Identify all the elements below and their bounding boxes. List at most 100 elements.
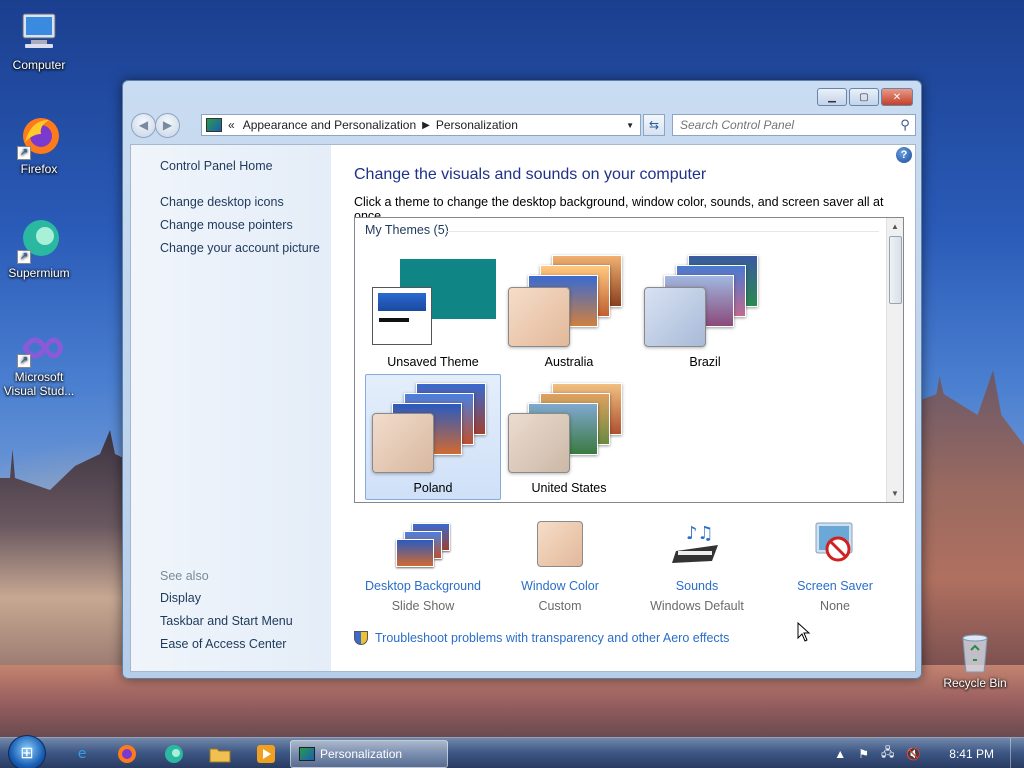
theme-preview [638, 249, 774, 349]
change-account-picture-link[interactable]: Change your account picture [160, 241, 320, 255]
display-link[interactable]: Display [160, 591, 201, 605]
see-also-heading: See also [160, 569, 209, 583]
desktop-icon-computer[interactable]: Computer [0, 8, 78, 72]
desktop-background-setting[interactable]: Desktop Background Slide Show [343, 521, 503, 613]
theme-preview [366, 375, 502, 475]
themes-list[interactable]: My Themes (5) Unsaved Theme Australia Br… [354, 217, 904, 503]
my-themes-group-header[interactable]: My Themes (5) [365, 223, 449, 237]
search-icon[interactable]: ⚲ [895, 118, 915, 133]
themes-scrollbar[interactable]: ▲ ▼ [886, 218, 903, 502]
desktop-icon-recycle-bin[interactable]: Recycle Bin [936, 632, 1014, 690]
change-desktop-icons-link[interactable]: Change desktop icons [160, 195, 284, 209]
file-explorer-icon[interactable] [208, 742, 232, 766]
forward-button[interactable]: ▶ [155, 112, 180, 138]
start-button[interactable]: ⊞ [8, 735, 46, 768]
control-panel-icon [206, 118, 222, 132]
shortcut-arrow-icon: ↗ [17, 146, 31, 160]
control-panel-home-link[interactable]: Control Panel Home [160, 159, 273, 173]
group-divider [447, 231, 879, 232]
supermium-icon: ↗ [15, 216, 63, 264]
desktop-icon-visual-studio[interactable]: ↗ Microsoft Visual Stud... [0, 328, 78, 398]
sounds-setting[interactable]: ♪♫ Sounds Windows Default [617, 521, 777, 613]
supermium-taskbar-icon[interactable] [162, 742, 186, 766]
taskbar-start-menu-link[interactable]: Taskbar and Start Menu [160, 614, 293, 628]
breadcrumb-separator-icon[interactable]: ▶ [422, 120, 430, 131]
troubleshoot-text[interactable]: Troubleshoot problems with transparency … [375, 631, 729, 645]
firefox-taskbar-icon[interactable] [115, 742, 139, 766]
volume-muted-icon[interactable]: 🔇 [906, 747, 921, 761]
troubleshoot-link[interactable]: Troubleshoot problems with transparency … [354, 631, 729, 645]
shortcut-arrow-icon: ↗ [17, 354, 31, 368]
theme-australia[interactable]: Australia [501, 248, 637, 374]
mouse-cursor-icon [797, 621, 811, 645]
back-button[interactable]: ◀ [131, 112, 156, 138]
address-bar[interactable]: « Appearance and Personalization ▶ Perso… [201, 114, 641, 136]
desktop-icon-label: Recycle Bin [943, 676, 1007, 690]
scroll-thumb[interactable] [889, 236, 902, 304]
internet-explorer-icon[interactable]: e [70, 742, 94, 766]
theme-preview [502, 375, 638, 475]
search-box[interactable]: ⚲ [672, 114, 916, 136]
sounds-icon: ♪♫ [672, 521, 722, 569]
firefox-icon: ↗ [15, 112, 63, 160]
theme-label: Australia [544, 355, 594, 369]
scroll-up-icon[interactable]: ▲ [887, 218, 903, 235]
theme-preview [502, 249, 638, 349]
setting-value: None [820, 599, 850, 613]
window-color-setting[interactable]: Window Color Custom [480, 521, 640, 613]
setting-title[interactable]: Sounds [617, 579, 777, 593]
theme-poland[interactable]: Poland [365, 374, 501, 500]
maximize-button[interactable]: ▢ [849, 88, 879, 106]
setting-title[interactable]: Desktop Background [343, 579, 503, 593]
network-icon[interactable]: 🖧 [881, 743, 894, 764]
breadcrumb-appearance[interactable]: Appearance and Personalization [243, 118, 416, 132]
theme-united-states[interactable]: United States [501, 374, 637, 500]
search-input[interactable] [680, 118, 895, 132]
scroll-down-icon[interactable]: ▼ [887, 485, 903, 502]
color-swatch [508, 287, 570, 347]
taskbar-personalization-button[interactable]: Personalization [290, 740, 448, 768]
screen-saver-setting[interactable]: Screen Saver None [755, 521, 915, 613]
page-title: Change the visuals and sounds on your co… [354, 166, 707, 183]
color-swatch [644, 287, 706, 347]
refresh-button[interactable]: ⇆ [643, 114, 665, 136]
desktop-icon-label: Firefox [20, 162, 58, 176]
setting-value: Windows Default [650, 599, 744, 613]
theme-brazil[interactable]: Brazil [637, 248, 773, 374]
setting-title[interactable]: Window Color [480, 579, 640, 593]
recycle-bin-icon [957, 632, 993, 674]
content-area: Control Panel Home Change desktop icons … [130, 144, 916, 672]
sidebar: Control Panel Home Change desktop icons … [131, 145, 331, 671]
help-icon[interactable]: ? [896, 147, 912, 163]
window-color-icon [535, 521, 585, 569]
navigation-bar: ◀ ▶ « Appearance and Personalization ▶ P… [131, 112, 916, 138]
minimize-button[interactable]: ▁ [817, 88, 847, 106]
desktop-icon-firefox[interactable]: ↗ Firefox [0, 112, 78, 176]
breadcrumb-overflow[interactable]: « [228, 118, 235, 132]
setting-title[interactable]: Screen Saver [755, 579, 915, 593]
clock[interactable]: 8:41 PM [949, 747, 994, 761]
address-dropdown-icon[interactable]: ▼ [626, 121, 634, 130]
wallpaper-town-right [921, 370, 1024, 670]
computer-icon [15, 8, 63, 56]
close-button[interactable]: ✕ [881, 88, 913, 106]
change-mouse-pointers-link[interactable]: Change mouse pointers [160, 218, 293, 232]
window-controls: ▁ ▢ ✕ [817, 88, 913, 106]
breadcrumb-personalization[interactable]: Personalization [436, 118, 518, 132]
action-center-flag-icon[interactable]: ⚑ [858, 747, 869, 761]
theme-label: United States [531, 481, 607, 495]
theme-preview [366, 249, 502, 349]
desktop-icon-supermium[interactable]: ↗ Supermium [0, 216, 78, 280]
svg-text:♪♫: ♪♫ [686, 523, 714, 544]
control-panel-icon [299, 747, 315, 761]
personalization-window[interactable]: ▁ ▢ ✕ ◀ ▶ « Appearance and Personalizati… [122, 80, 922, 679]
shortcut-arrow-icon: ↗ [17, 250, 31, 264]
show-desktop-button[interactable] [1010, 738, 1024, 768]
ease-of-access-link[interactable]: Ease of Access Center [160, 637, 286, 651]
theme-unsaved[interactable]: Unsaved Theme [365, 248, 501, 374]
main-panel: ? Change the visuals and sounds on your … [331, 145, 915, 671]
theme-label: Poland [413, 481, 453, 495]
media-player-icon[interactable] [254, 742, 278, 766]
theme-label: Unsaved Theme [387, 355, 479, 369]
show-hidden-icons-icon[interactable]: ▲ [834, 747, 846, 761]
